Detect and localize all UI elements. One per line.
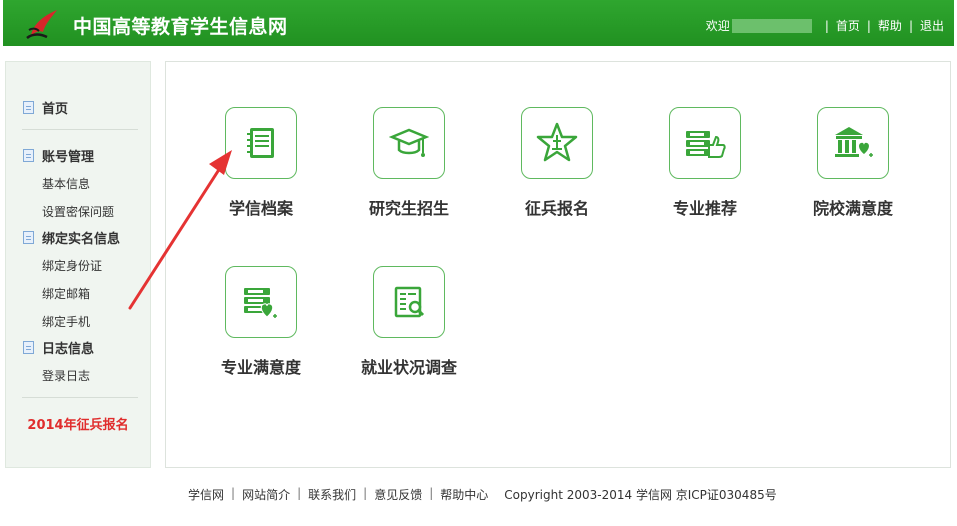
sidebar-item-home[interactable]: 首页 <box>23 98 68 117</box>
tile-school-satisfaction[interactable]: 院校满意度 <box>783 107 923 219</box>
tile-label: 院校满意度 <box>812 199 893 218</box>
tile-label: 专业满意度 <box>220 358 301 377</box>
document-icon <box>23 341 34 354</box>
tile-icon-box <box>521 107 593 179</box>
sidebar: 首页 账号管理 基本信息 设置密保问题 绑定实名信息 绑定身份证 绑定邮箱 绑定… <box>5 61 151 468</box>
graduation-cap-icon <box>389 128 429 157</box>
footer-link-feedback[interactable]: 意见反馈 <box>374 486 422 503</box>
tile-icon-box <box>225 266 297 338</box>
tile-icon-box <box>225 107 297 179</box>
tile-label: 研究生招生 <box>368 199 449 218</box>
star-icon <box>536 122 578 162</box>
sidebar-item-basic-info[interactable]: 基本信息 <box>42 175 90 192</box>
sidebar-item-bind-id-card[interactable]: 绑定身份证 <box>42 257 102 274</box>
footer-link-xuexin[interactable]: 学信网 <box>188 486 224 503</box>
tile-icon-box <box>373 107 445 179</box>
footer-separator: | <box>429 486 434 500</box>
recruitment-link[interactable]: 2014年征兵报名 <box>6 414 150 433</box>
document-icon <box>23 231 34 244</box>
sidebar-item-label: 首页 <box>42 102 69 117</box>
footer-link-contact[interactable]: 联系我们 <box>308 486 356 503</box>
sidebar-item-bind-email[interactable]: 绑定邮箱 <box>42 285 90 302</box>
sidebar-item-label: 日志信息 <box>42 342 95 357</box>
sidebar-item-bind-phone[interactable]: 绑定手机 <box>42 313 90 330</box>
tile-graduate-admission[interactable]: 研究生招生 <box>339 107 479 219</box>
document-icon <box>23 101 34 114</box>
sidebar-divider <box>22 397 138 398</box>
copyright-text: Copyright 2003-2014 学信网 京ICP证030485号 <box>504 488 777 502</box>
sidebar-item-log[interactable]: 日志信息 <box>23 338 94 357</box>
sidebar-item-bind-identity[interactable]: 绑定实名信息 <box>23 228 120 247</box>
books-thumbs-up-icon <box>686 131 726 158</box>
tile-label: 学信档案 <box>228 199 293 218</box>
notebook-icon <box>247 128 274 158</box>
footer: 学信网 | 网站简介 | 联系我们 | 意见反馈 | 帮助中心 Copyrigh… <box>188 486 777 503</box>
footer-separator: | <box>297 486 302 500</box>
nav-separator: | <box>908 18 913 33</box>
nav-separator: | <box>866 18 871 33</box>
nav-separator: | <box>824 18 829 33</box>
sidebar-item-label: 绑定实名信息 <box>42 232 121 247</box>
footer-link-help[interactable]: 帮助中心 <box>440 486 488 503</box>
sidebar-divider <box>22 129 138 130</box>
sidebar-item-label: 账号管理 <box>42 150 95 165</box>
document-search-icon <box>394 286 425 318</box>
tile-icon-box <box>669 107 741 179</box>
sidebar-item-login-log[interactable]: 登录日志 <box>42 367 90 384</box>
sidebar-item-security-question[interactable]: 设置密保问题 <box>42 203 114 220</box>
nav-help-link[interactable]: 帮助 <box>878 17 902 34</box>
books-heart-icon <box>244 288 277 318</box>
tile-student-records[interactable]: 学信档案 <box>191 107 331 219</box>
welcome-text: 欢迎 <box>705 19 730 33</box>
service-panel: 学信档案 研究生招生 征兵报名 专业推荐 院校满意度 专业满意度 就业状况调查 <box>165 61 951 468</box>
building-heart-icon <box>835 127 873 157</box>
nav-logout-link[interactable]: 退出 <box>920 17 944 34</box>
footer-link-about[interactable]: 网站简介 <box>242 486 290 503</box>
tile-employment-survey[interactable]: 就业状况调查 <box>339 266 479 378</box>
footer-separator: | <box>363 486 368 500</box>
tile-label: 就业状况调查 <box>360 358 457 377</box>
tile-military-enlistment[interactable]: 征兵报名 <box>487 107 627 219</box>
tile-icon-box <box>817 107 889 179</box>
site-header: 中国高等教育学生信息网 欢迎 | 首页 | 帮助 | 退出 <box>3 0 954 46</box>
tile-label: 征兵报名 <box>524 199 589 218</box>
username-redacted <box>731 18 812 33</box>
footer-separator: | <box>231 486 236 500</box>
document-icon <box>23 149 34 162</box>
tile-major-satisfaction[interactable]: 专业满意度 <box>191 266 331 378</box>
top-nav: 欢迎 | 首页 | 帮助 | 退出 <box>706 17 944 34</box>
sidebar-item-account[interactable]: 账号管理 <box>23 146 94 165</box>
tile-major-recommendation[interactable]: 专业推荐 <box>635 107 775 219</box>
site-logo-icon[interactable] <box>23 6 63 42</box>
tile-icon-box <box>373 266 445 338</box>
site-title[interactable]: 中国高等教育学生信息网 <box>73 12 288 39</box>
nav-home-link[interactable]: 首页 <box>836 17 860 34</box>
tile-label: 专业推荐 <box>672 199 737 218</box>
